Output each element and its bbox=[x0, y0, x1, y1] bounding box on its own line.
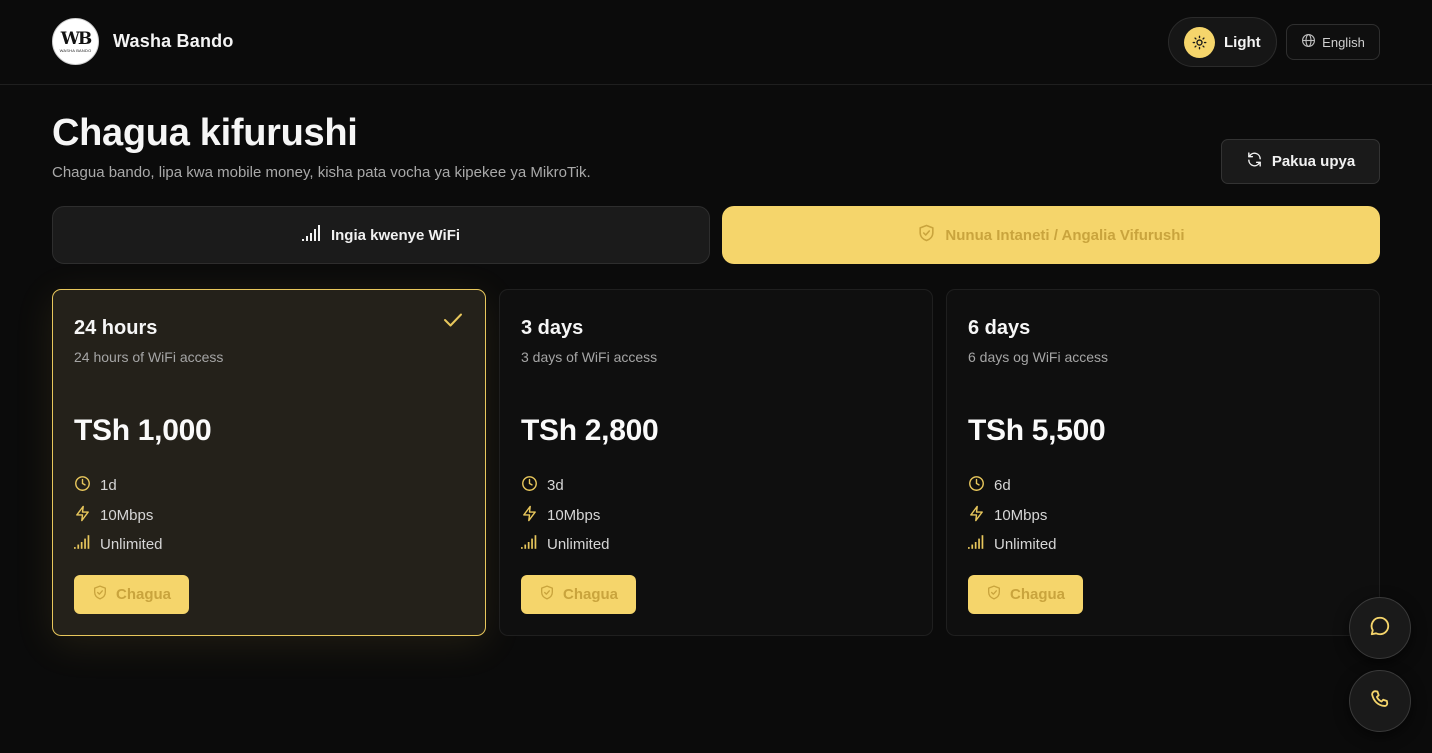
lightning-icon bbox=[968, 505, 985, 526]
clock-icon bbox=[521, 475, 538, 496]
refresh-button[interactable]: Pakua upya bbox=[1221, 139, 1380, 184]
package-speed: 10Mbps bbox=[521, 505, 600, 526]
globe-icon bbox=[1301, 33, 1316, 51]
package-speed: 10Mbps bbox=[74, 505, 153, 526]
chat-button[interactable] bbox=[1349, 597, 1411, 659]
brand-name: Washa Bando bbox=[113, 31, 234, 51]
shield-check-icon bbox=[917, 223, 936, 247]
package-card-3-days[interactable]: 3 days 3 days of WiFi access TSh 2,800 3… bbox=[499, 289, 933, 636]
signal-bars-icon bbox=[301, 225, 322, 245]
phone-icon bbox=[1369, 688, 1391, 715]
choose-package-button[interactable]: Chagua bbox=[74, 575, 190, 614]
package-duration: 3d bbox=[521, 475, 564, 496]
package-description: 6 days og WiFi access bbox=[968, 349, 1109, 365]
language-label: English bbox=[1322, 34, 1365, 50]
tab-buy-packages-label: Nunua Intaneti / Angalia Vifurushi bbox=[945, 226, 1185, 244]
package-description: 3 days of WiFi access bbox=[521, 349, 658, 365]
package-price: TSh 1,000 bbox=[74, 414, 212, 447]
choose-package-button[interactable]: Chagua bbox=[968, 575, 1084, 614]
package-data: Unlimited bbox=[521, 535, 610, 553]
page-subtitle: Chagua bando, lipa kwa mobile money, kis… bbox=[52, 164, 591, 181]
clock-icon bbox=[74, 475, 91, 496]
signal-bars-icon bbox=[521, 535, 538, 553]
package-price: TSh 5,500 bbox=[968, 414, 1106, 447]
lightning-icon bbox=[521, 505, 538, 526]
package-speed: 10Mbps bbox=[968, 505, 1047, 526]
theme-label: Light bbox=[1224, 33, 1261, 51]
clock-icon bbox=[968, 475, 985, 496]
top-header: WB WASHA BANDO Washa Bando Light English bbox=[0, 0, 1432, 85]
tab-wifi-login-label: Ingia kwenye WiFi bbox=[330, 226, 461, 244]
package-name: 6 days bbox=[968, 317, 1031, 339]
check-icon bbox=[443, 312, 463, 333]
package-data: Unlimited bbox=[968, 535, 1057, 553]
tab-wifi-login[interactable]: Ingia kwenye WiFi bbox=[52, 206, 710, 264]
logo-mark: WB bbox=[60, 28, 93, 49]
lightning-icon bbox=[74, 505, 91, 526]
refresh-label: Pakua upya bbox=[1271, 153, 1356, 170]
theme-toggle-button[interactable]: Light bbox=[1168, 17, 1277, 67]
chat-bubble-icon bbox=[1369, 615, 1391, 642]
shield-check-icon bbox=[986, 584, 1002, 605]
sun-icon bbox=[1184, 26, 1215, 58]
package-duration: 6d bbox=[968, 475, 1011, 496]
package-data: Unlimited bbox=[74, 535, 163, 553]
shield-check-icon bbox=[539, 584, 555, 605]
call-button[interactable] bbox=[1349, 670, 1411, 732]
language-selector-button[interactable]: English bbox=[1286, 24, 1380, 60]
package-duration: 1d bbox=[74, 475, 117, 496]
package-name: 3 days bbox=[521, 317, 584, 339]
shield-check-icon bbox=[92, 584, 108, 605]
package-description: 24 hours of WiFi access bbox=[74, 349, 224, 365]
signal-bars-icon bbox=[74, 535, 91, 553]
tab-buy-packages[interactable]: Nunua Intaneti / Angalia Vifurushi bbox=[722, 206, 1380, 264]
refresh-icon bbox=[1246, 151, 1263, 172]
page-title: Chagua kifurushi bbox=[52, 112, 358, 154]
signal-bars-icon bbox=[968, 535, 985, 553]
package-price: TSh 2,800 bbox=[521, 414, 659, 447]
choose-package-button[interactable]: Chagua bbox=[521, 575, 637, 614]
brand-logo[interactable]: WB WASHA BANDO bbox=[52, 18, 99, 65]
package-card-6-days[interactable]: 6 days 6 days og WiFi access TSh 5,500 6… bbox=[946, 289, 1380, 636]
logo-subtext: WASHA BANDO bbox=[59, 47, 92, 53]
package-card-24-hours[interactable]: 24 hours 24 hours of WiFi access TSh 1,0… bbox=[52, 289, 486, 636]
package-name: 24 hours bbox=[74, 317, 158, 339]
